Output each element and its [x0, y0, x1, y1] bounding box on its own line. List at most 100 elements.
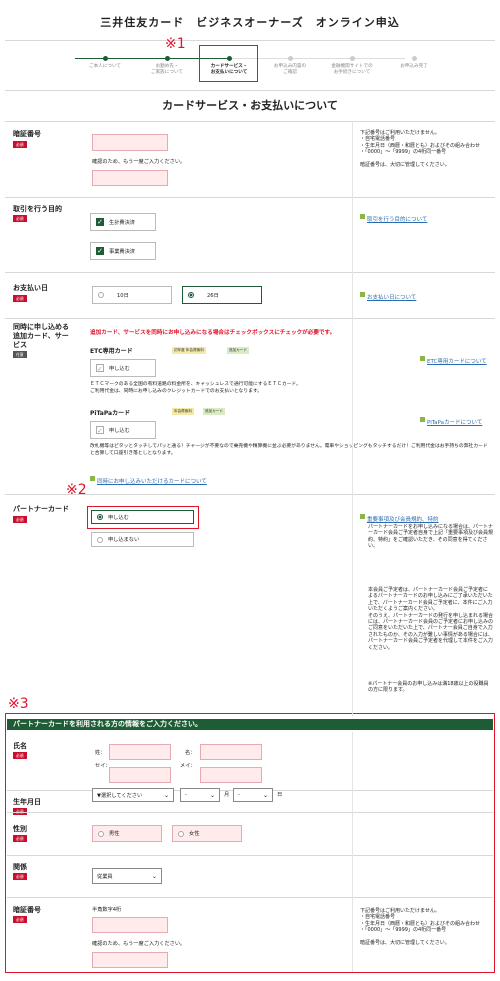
radio-unselected-icon — [98, 292, 104, 298]
etc-description: ＥＴＣマークのある全国の有料道路の料金所を、キャッシュレスで通行可能にするＥＴＣ… — [90, 382, 301, 394]
link-icon — [360, 214, 365, 219]
link-icon — [420, 417, 425, 422]
step-dot-4 — [288, 56, 293, 61]
column-divider — [352, 732, 353, 972]
checkbox-checked-icon: ✓ — [96, 218, 104, 226]
pitapa-card-name: PiTaPaカード — [90, 410, 131, 417]
checkbox-checked-icon: ✓ — [96, 247, 104, 255]
partner-option-apply[interactable]: 申し込む — [91, 510, 194, 524]
step-label-4: お申込み内容の ご確認 — [273, 64, 307, 75]
partner-note-3: ※パートナー会員のお申し込みは満18歳以上の役職員の方に限ります。 — [368, 681, 489, 694]
checkbox-unchecked-icon: ✓ — [96, 364, 104, 373]
mei-kana-input[interactable] — [200, 767, 262, 783]
sei-kana-input[interactable] — [109, 767, 171, 783]
step-dot-5 — [350, 56, 355, 61]
birth-label: 生年月日 — [13, 798, 41, 806]
month-unit: 月 — [224, 792, 230, 798]
partner-pin-label: 暗証番号 — [13, 906, 41, 914]
pitapa-tag-fee: 年会費無料 — [172, 408, 194, 415]
pin-confirm-input[interactable] — [92, 170, 168, 186]
section-divider — [5, 121, 495, 122]
row-divider — [7, 897, 493, 898]
pitapa-description: 改札機等はピタッとタッチしてパッと通る！チャージが不要なので乗売機や精算機に並ぶ… — [90, 444, 488, 456]
partner-name-label: 氏名 — [13, 742, 27, 750]
step-label-1: ご本人について — [88, 64, 122, 69]
chevron-down-icon: ⌄ — [209, 791, 215, 799]
row-divider — [5, 318, 495, 319]
marker-2: ※2 — [66, 482, 87, 498]
radio-selected-icon — [188, 292, 194, 298]
radio-selected-icon — [97, 514, 103, 520]
mei-input[interactable] — [200, 744, 262, 760]
required-badge: 必須 — [13, 295, 27, 302]
radio-unselected-icon — [97, 536, 103, 543]
etc-tag-additional: 追加カード — [227, 347, 249, 354]
partner-pin-confirm-input[interactable] — [92, 952, 168, 968]
addcards-label: 同時に申し込める追加カード、サービス — [13, 323, 69, 349]
birth-year-select[interactable]: ▼選択してください ⌄ — [92, 788, 174, 802]
purpose-link[interactable]: 取引を行う目的について — [360, 206, 427, 225]
link-icon — [420, 356, 425, 361]
checkbox-unchecked-icon: ✓ — [96, 426, 104, 435]
sei-label: 姓： — [95, 750, 106, 756]
etc-apply-checkbox[interactable]: ✓ 申し込む — [90, 359, 156, 377]
gender-option-female[interactable]: 女性 — [172, 825, 242, 842]
pin-label: 暗証番号 — [13, 130, 41, 138]
pin-confirm-text: 確認のため、もう一度ご入力ください。 — [92, 159, 186, 165]
addcards-warning: 追加カード、サービスを同時にお申し込みになる場合はチェックボックスにチェックが必… — [90, 330, 336, 336]
purpose-option-living[interactable]: ✓ 生計費決済 — [90, 213, 156, 231]
payday-option-26[interactable]: 26日 — [182, 286, 262, 304]
partner-pin-note: 下記番号はご利用いただけません。 ・自宅電話番号 ・生年月日（西暦・和暦とも）お… — [360, 908, 481, 947]
relation-label: 関係 — [13, 863, 27, 871]
day-unit: 日 — [277, 792, 283, 798]
partner-pin-input[interactable] — [92, 917, 168, 933]
pin-input[interactable] — [92, 134, 168, 151]
pitapa-apply-checkbox[interactable]: ✓ 申し込む — [90, 421, 156, 439]
required-badge: 必須 — [13, 873, 27, 880]
chevron-down-icon: ⌄ — [163, 791, 169, 799]
step-dot-2 — [165, 56, 170, 61]
purpose-option-business[interactable]: ✓ 事業費決済 — [90, 242, 156, 260]
link-icon — [360, 292, 365, 297]
header-divider — [5, 40, 495, 41]
required-badge: 必須 — [13, 516, 27, 523]
mei-label: 名： — [185, 750, 196, 756]
row-divider — [7, 855, 493, 856]
partner-pin-confirm-text: 確認のため、もう一度ご入力ください。 — [92, 941, 186, 947]
partner-note-2: 本会員ご予定者は、パートナーカード会員ご予定者によるパートナーカードのお申し込み… — [368, 587, 494, 651]
gender-option-male[interactable]: 男性 — [92, 825, 162, 842]
payday-link[interactable]: お支払い日について — [360, 284, 416, 303]
pin-note: 下記番号はご利用いただけません。 ・自宅電話番号 ・生年月日（西暦・和暦とも）お… — [360, 130, 481, 169]
required-badge: 必須 — [13, 141, 27, 148]
marker-3: ※3 — [8, 696, 29, 712]
pitapa-tag-additional: 追加カード — [203, 408, 225, 415]
link-icon — [360, 514, 365, 519]
purpose-label: 取引を行う目的 — [13, 205, 62, 213]
column-divider — [352, 121, 353, 716]
etc-tag-fee: 初年度 年会費無料 — [172, 347, 206, 354]
row-divider — [7, 812, 493, 813]
step-label-5: 金融機関サイトでの お手続きについて — [331, 64, 373, 75]
partner-link[interactable]: 重要事項及び会員規約、特約 — [360, 506, 439, 525]
required-badge: 必須 — [13, 752, 27, 759]
partner-option-decline[interactable]: 申し込まない — [91, 532, 194, 547]
addcards-footlink[interactable]: 同時にお申し込みいただけるカードについて — [90, 468, 207, 487]
etc-card-name: ETC専用カード — [90, 348, 133, 355]
chevron-down-icon: ⌄ — [151, 872, 157, 880]
relation-select[interactable]: 従業員 ⌄ — [92, 868, 162, 884]
payday-label: お支払い日 — [13, 284, 48, 292]
birth-month-select[interactable]: - ⌄ — [180, 788, 220, 802]
etc-link[interactable]: ETC専用カードについて — [420, 348, 487, 367]
step-dot-6 — [412, 56, 417, 61]
optional-badge: 任意 — [13, 351, 27, 358]
sei-input[interactable] — [109, 744, 171, 760]
pitapa-link[interactable]: PiTaPaカードについて — [420, 409, 482, 428]
link-icon — [90, 476, 95, 481]
birth-day-select[interactable]: - ⌄ — [233, 788, 273, 802]
required-badge: 必須 — [13, 835, 27, 842]
radio-unselected-icon — [98, 830, 104, 837]
step-dot-1 — [103, 56, 108, 61]
required-badge: 必須 — [13, 215, 27, 222]
payday-option-10[interactable]: 10日 — [92, 286, 172, 304]
section-title: カードサービス・お支払いについて — [162, 99, 338, 112]
